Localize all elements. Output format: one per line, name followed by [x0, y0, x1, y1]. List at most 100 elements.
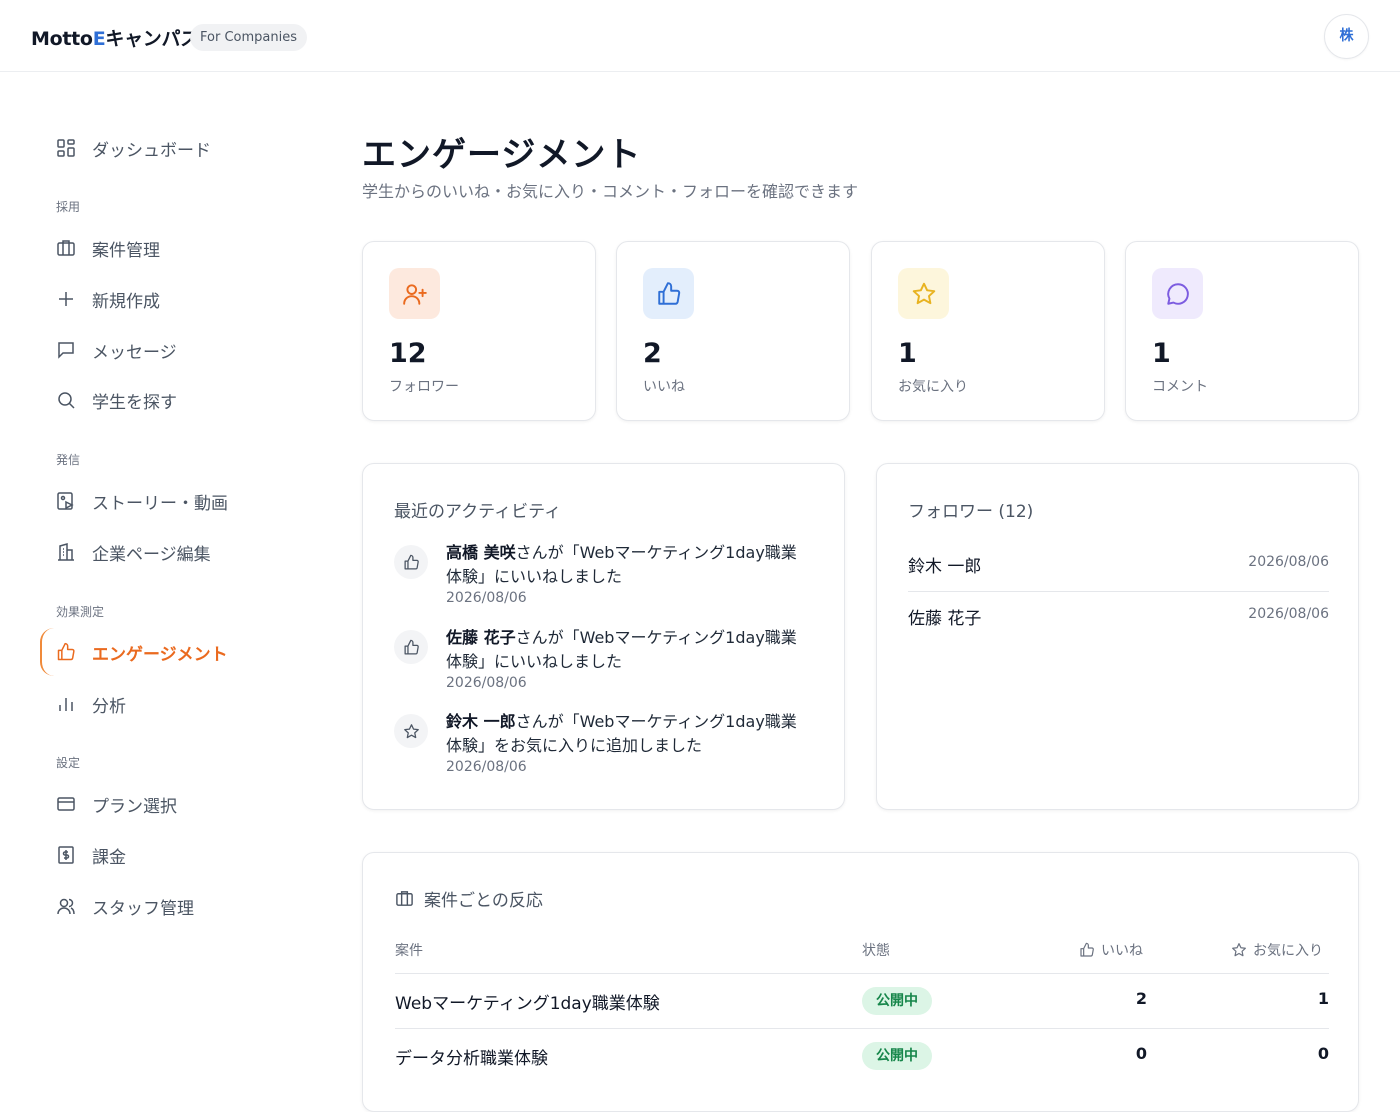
brand-logo[interactable]: MottoEキャンパス — [31, 24, 199, 51]
message-circle-icon — [1152, 268, 1203, 319]
sidebar-item-staff[interactable]: スタッフ管理 — [56, 886, 194, 926]
follower-date: 2026/08/06 — [1248, 554, 1329, 570]
sidebar-item-label: エンゲージメント — [92, 644, 228, 665]
sidebar-item-label: ダッシュボード — [92, 140, 211, 161]
stat-label: いいね — [643, 379, 685, 395]
sidebar-item-story[interactable]: ストーリー・動画 — [56, 481, 228, 521]
stat-label: コメント — [1152, 379, 1208, 395]
favorites-count: 1 — [1317, 989, 1329, 1008]
stat-label: フォロワー — [389, 379, 459, 395]
sidebar-item-label: スタッフ管理 — [92, 898, 194, 919]
sidebar-item-label: 企業ページ編集 — [92, 544, 211, 565]
section-label-settings: 設定 — [56, 756, 81, 770]
sidebar-item-billing[interactable]: 課金 — [56, 835, 126, 875]
message-square-icon — [58, 342, 74, 359]
users-icon — [57, 898, 75, 915]
follower-name: 鈴木 一郎 — [908, 557, 982, 577]
column-header-likes: いいね — [1079, 940, 1143, 960]
sidebar-item-company-page[interactable]: 企業ページ編集 — [56, 532, 211, 572]
sidebar-item-plan[interactable]: プラン選択 — [56, 784, 177, 824]
for-companies-badge: For Companies — [190, 24, 307, 51]
stat-label: お気に入り — [898, 379, 968, 395]
stat-value: 12 — [389, 338, 427, 369]
follower-row[interactable]: 鈴木 一郎 2026/08/06 — [908, 540, 1329, 592]
sidebar-item-dashboard[interactable]: ダッシュボード — [56, 128, 211, 168]
sidebar-item-label: 新規作成 — [92, 291, 160, 312]
sidebar-item-label: 課金 — [92, 847, 126, 868]
sidebar-item-analytics[interactable]: 分析 — [56, 684, 126, 724]
favorites-count: 0 — [1317, 1044, 1329, 1063]
status-badge: 公開中 — [862, 1042, 932, 1070]
sidebar-item-jobs[interactable]: 案件管理 — [56, 228, 160, 268]
credit-card-icon — [57, 797, 75, 811]
briefcase-icon — [396, 891, 413, 906]
follower-row[interactable]: 佐藤 花子 2026/08/06 — [908, 592, 1329, 644]
thumbs-up-icon — [394, 545, 428, 579]
search-icon — [58, 392, 75, 409]
activity-item: 高橋 美咲さんが「Webマーケティング1day職業 体験」にいいねしました 202… — [394, 541, 814, 613]
bar-chart-icon — [59, 698, 73, 711]
sidebar-item-messages[interactable]: メッセージ — [56, 330, 177, 370]
sidebar-item-search[interactable]: 学生を探す — [56, 380, 177, 420]
recent-activity-panel: 最近のアクティビティ 高橋 美咲さんが「Webマーケティング1day職業 体験」に… — [362, 463, 845, 810]
section-label-measure: 効果測定 — [56, 605, 105, 619]
job-reactions-panel: 案件ごとの反応 案件 状態 いいね お気に入り Webマーケティング1day職業… — [362, 852, 1359, 1112]
building-icon — [58, 543, 74, 561]
likes-count: 2 — [1135, 989, 1147, 1008]
receipt-dollar-icon — [58, 846, 74, 864]
dashboard-grid-icon — [57, 139, 75, 157]
active-indicator — [40, 628, 54, 676]
activity-text: 佐藤 花子さんが「Webマーケティング1day職業 体験」にいいねしました — [446, 628, 797, 671]
followers-panel: フォロワー (12) 鈴木 一郎 2026/08/06 佐藤 花子 2026/0… — [876, 463, 1359, 810]
activity-user-name[interactable]: 高橋 美咲 — [446, 543, 516, 562]
sidebar-item-new[interactable]: 新規作成 — [56, 279, 160, 319]
sidebar-item-label: ストーリー・動画 — [92, 493, 228, 514]
star-icon — [394, 714, 428, 748]
panel-header: 案件ごとの反応 — [395, 886, 543, 911]
company-avatar[interactable]: 株 — [1324, 14, 1369, 59]
image-video-icon — [57, 492, 74, 510]
activity-item: 佐藤 花子さんが「Webマーケティング1day職業 体験」にいいねしました 202… — [394, 626, 814, 698]
top-header: MottoEキャンパス For Companies 株 — [0, 0, 1400, 72]
likes-count: 0 — [1135, 1044, 1147, 1063]
activity-text: 鈴木 一郎さんが「Webマーケティング1day職業 体験」をお気に入りに追加しまし… — [446, 712, 797, 755]
job-title: データ分析職業体験 — [395, 1049, 548, 1069]
table-row[interactable]: Webマーケティング1day職業体験 公開中 2 1 — [395, 973, 1329, 1028]
stat-value: 1 — [1152, 338, 1171, 369]
activity-user-name[interactable]: 鈴木 一郎 — [446, 712, 516, 731]
page-title: エンゲージメント — [362, 135, 642, 175]
follower-name: 佐藤 花子 — [908, 609, 982, 629]
column-header-favorites: お気に入り — [1231, 940, 1323, 960]
sidebar-item-label: 分析 — [92, 696, 126, 717]
stat-card-favorites: 1 お気に入り — [871, 241, 1105, 421]
section-label-recruit: 採用 — [56, 200, 81, 214]
stat-card-followers: 12 フォロワー — [362, 241, 596, 421]
star-icon — [898, 268, 949, 319]
plus-icon — [59, 292, 73, 306]
activity-date: 2026/08/06 — [446, 675, 527, 691]
panel-title: フォロワー (12) — [908, 502, 1034, 522]
activity-date: 2026/08/06 — [446, 590, 527, 606]
panel-title: 案件ごとの反応 — [424, 891, 543, 911]
page-subtitle: 学生からのいいね・お気に入り・コメント・フォローを確認できます — [362, 182, 859, 201]
follower-date: 2026/08/06 — [1248, 606, 1329, 622]
column-header-status: 状態 — [862, 943, 890, 959]
stat-value: 2 — [643, 338, 662, 369]
thumbs-up-icon — [57, 642, 75, 661]
activity-user-name[interactable]: 佐藤 花子 — [446, 628, 516, 647]
briefcase-icon — [57, 240, 75, 256]
star-icon — [1232, 943, 1246, 957]
stat-card-comments: 1 コメント — [1125, 241, 1359, 421]
stat-value: 1 — [898, 338, 917, 369]
sidebar-item-label: 案件管理 — [92, 240, 160, 261]
sidebar-item-label: プラン選択 — [92, 796, 177, 817]
activity-item: 鈴木 一郎さんが「Webマーケティング1day職業 体験」をお気に入りに追加しまし… — [394, 710, 814, 782]
section-label-publish: 発信 — [56, 453, 81, 467]
table-row[interactable]: データ分析職業体験 公開中 0 0 — [395, 1028, 1329, 1083]
thumbs-up-icon — [394, 630, 428, 664]
status-badge: 公開中 — [862, 987, 932, 1015]
stat-card-likes: 2 いいね — [616, 241, 850, 421]
sidebar-item-engagement[interactable]: エンゲージメント — [56, 632, 228, 672]
thumbs-up-icon — [643, 268, 694, 319]
sidebar-item-label: 学生を探す — [92, 392, 177, 413]
